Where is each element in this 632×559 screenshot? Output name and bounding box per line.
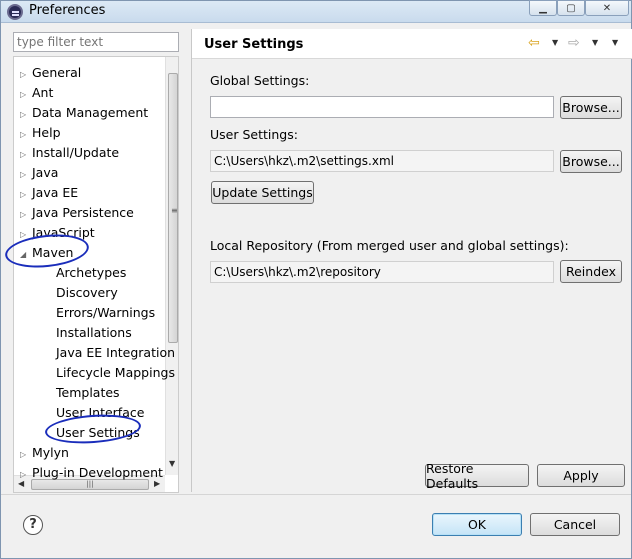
tree-child-item[interactable]: Errors/Warnings [56, 303, 155, 323]
browse-global-button[interactable]: Browse... [560, 96, 622, 119]
tree-item-label: Java EE [32, 185, 79, 200]
minimize-button[interactable]: ▁ [529, 0, 557, 16]
tree-item[interactable]: ▷ Ant [20, 83, 53, 103]
eclipse-icon [7, 4, 23, 20]
tree-item-label: Java EE Integration [56, 345, 176, 360]
collapsed-arrow-icon[interactable]: ▷ [20, 165, 32, 185]
tree-item[interactable]: ▷ Java EE [20, 183, 78, 203]
tree-item-label: Ant [32, 85, 54, 100]
back-arrow-icon[interactable]: ⇦ [528, 35, 540, 51]
close-icon: ✕ [602, 2, 612, 14]
tree-item[interactable]: ▷ Help [20, 123, 61, 143]
collapsed-arrow-icon[interactable]: ▷ [20, 205, 32, 225]
tree-item[interactable]: ▷ Data Management [20, 103, 148, 123]
user-settings-input[interactable]: C:\Users\hkz\.m2\settings.xml [210, 150, 554, 172]
tree-child-item[interactable]: Installations [56, 323, 132, 343]
tree-item-label: Discovery [56, 285, 118, 300]
forward-dropdown-icon[interactable]: ▼ [592, 38, 598, 47]
tree-child-item[interactable]: Java EE Integration [56, 343, 175, 363]
view-menu-icon[interactable]: ▼ [612, 38, 618, 47]
tree-item-label: Errors/Warnings [56, 305, 156, 320]
tree-item[interactable]: ▷ Java [20, 163, 58, 183]
apply-button[interactable]: Apply [537, 464, 625, 487]
tree-item[interactable]: ▷ Mylyn [20, 443, 69, 463]
tree-item-label: Help [32, 125, 61, 140]
right-pane: User Settings ⇦ ▼ ⇨ ▼ ▼ Global Settings:… [191, 29, 632, 492]
tree-item-label: Lifecycle Mappings [56, 365, 175, 380]
maximize-icon: ▢ [566, 2, 576, 14]
grip-icon: ≡ [171, 206, 178, 215]
local-repository-value: C:\Users\hkz\.m2\repository [210, 261, 554, 283]
local-repository-label: Local Repository (From merged user and g… [210, 238, 569, 253]
user-settings-label: User Settings: [210, 127, 298, 142]
collapsed-arrow-icon[interactable]: ▷ [20, 145, 32, 165]
tree-item-label: Plug-in Development [32, 465, 163, 480]
global-settings-label: Global Settings: [210, 73, 310, 88]
tree-item[interactable]: ▷ Plug-in Development [20, 463, 163, 483]
tree-item-label: Templates [56, 385, 120, 400]
vertical-scroll-thumb[interactable]: ≡ [168, 73, 178, 343]
forward-arrow-icon[interactable]: ⇨ [568, 35, 580, 51]
tree-item-label: Java [32, 165, 59, 180]
tree-item[interactable]: ▷ Install/Update [20, 143, 119, 163]
help-icon[interactable]: ? [23, 515, 43, 535]
tree-item-label: General [32, 65, 82, 80]
tree-child-item[interactable]: Archetypes [56, 263, 126, 283]
tree-item[interactable]: ▷ General [20, 63, 81, 83]
global-settings-input[interactable] [210, 96, 554, 118]
collapsed-arrow-icon[interactable]: ▷ [20, 85, 32, 105]
ok-button[interactable]: OK [432, 513, 522, 536]
collapsed-arrow-icon[interactable]: ▷ [20, 445, 32, 465]
page-title: User Settings [204, 37, 304, 52]
tree-item-label: Mylyn [32, 445, 69, 460]
update-settings-button[interactable]: Update Settings [211, 181, 314, 204]
tree-item-label: Install/Update [32, 145, 120, 160]
browse-user-button[interactable]: Browse... [560, 150, 622, 173]
tree-item-label: Installations [56, 325, 132, 340]
preferences-window: Preferences ▁ ▢ ✕ ≡ ▼ ◀ ||| ▶ ▷General▷A… [0, 0, 632, 559]
footer-separator [1, 494, 631, 495]
tree-child-item[interactable]: Discovery [56, 283, 118, 303]
filter-input[interactable] [13, 32, 179, 52]
tree-child-item[interactable]: Templates [56, 383, 120, 403]
left-pane: ≡ ▼ ◀ ||| ▶ ▷General▷Ant▷Data Management… [3, 29, 183, 493]
cancel-button[interactable]: Cancel [530, 513, 620, 536]
page-header: User Settings ⇦ ▼ ⇨ ▼ ▼ [192, 29, 632, 59]
tree-item-label: Archetypes [56, 265, 127, 280]
tree-item-label: Data Management [32, 105, 149, 120]
tree-vertical-scrollbar[interactable]: ≡ ▼ [165, 57, 178, 475]
restore-defaults-button[interactable]: Restore Defaults [425, 461, 529, 491]
collapsed-arrow-icon[interactable]: ▷ [20, 185, 32, 205]
tree-item-label: Java Persistence [32, 205, 134, 220]
title-bar: Preferences ▁ ▢ ✕ [1, 0, 631, 23]
reindex-button[interactable]: Reindex [560, 260, 622, 283]
window-title: Preferences [29, 3, 106, 18]
tree-child-item[interactable]: Lifecycle Mappings [56, 363, 175, 383]
collapsed-arrow-icon[interactable]: ▷ [20, 465, 32, 485]
back-dropdown-icon[interactable]: ▼ [552, 38, 558, 47]
maximize-button[interactable]: ▢ [557, 0, 585, 16]
collapsed-arrow-icon[interactable]: ▷ [20, 125, 32, 145]
scroll-down-icon[interactable]: ▼ [169, 459, 175, 468]
tree-item[interactable]: ▷ Java Persistence [20, 203, 134, 223]
close-button[interactable]: ✕ [585, 0, 629, 16]
minimize-icon: ▁ [539, 2, 547, 14]
collapsed-arrow-icon[interactable]: ▷ [20, 105, 32, 125]
collapsed-arrow-icon[interactable]: ▷ [20, 65, 32, 85]
